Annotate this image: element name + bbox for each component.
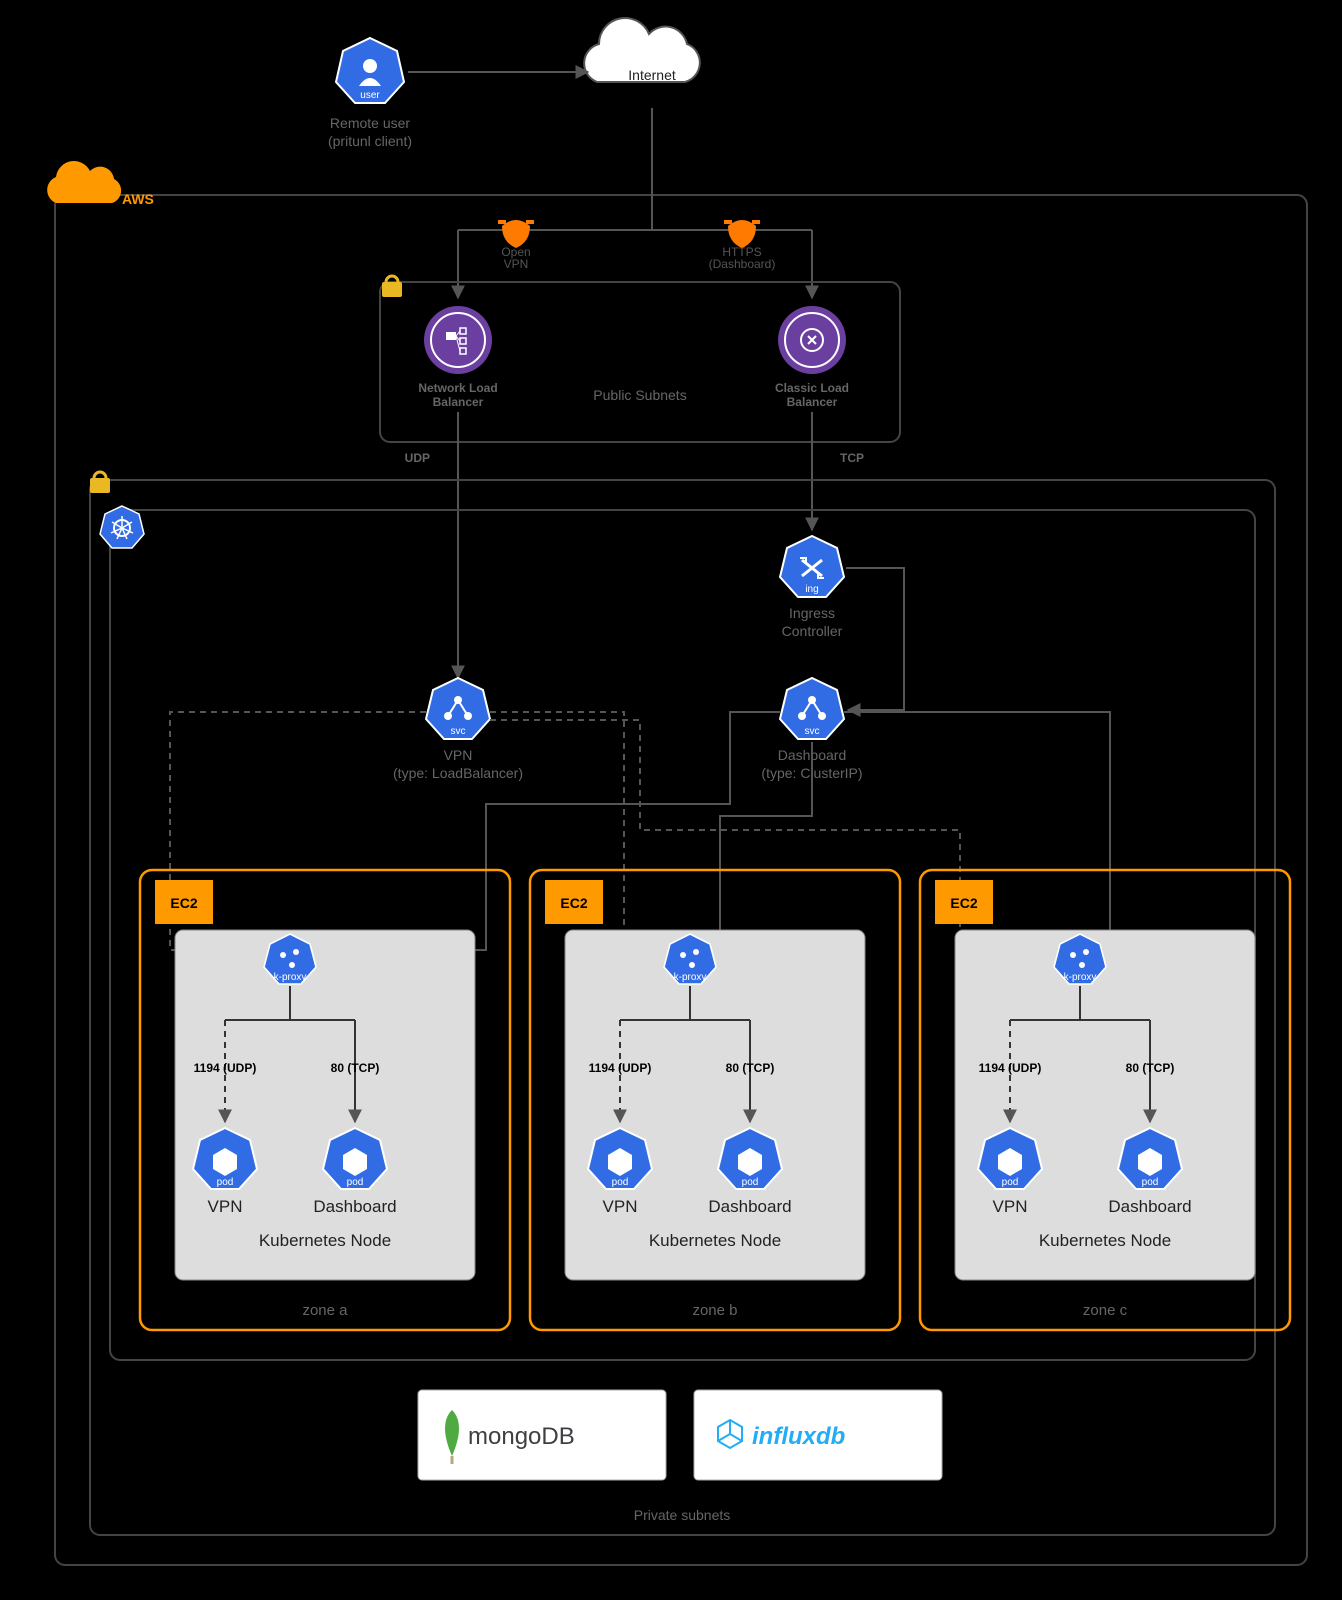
nlb-l1: Network Load	[418, 381, 497, 395]
zone-b-poddash: Dashboard	[708, 1197, 791, 1216]
clb-l1: Classic Load	[775, 381, 849, 395]
zone-c-node: Kubernetes Node	[1039, 1231, 1171, 1250]
zone-a: EC2 zone a k-proxy 1194 (UDP) 80 (TCP) p…	[140, 870, 510, 1330]
zone-a-label: zone a	[302, 1302, 348, 1319]
influxdb-card: influxdb	[694, 1390, 942, 1480]
zone-b-port-vpn: 1194 (UDP)	[589, 1061, 652, 1075]
clb-icon	[778, 306, 846, 374]
ingress-sub: ing	[805, 584, 818, 595]
zone-b-podvpn: VPN	[603, 1197, 638, 1216]
zone-a-poddash: Dashboard	[313, 1197, 396, 1216]
zone-c-podvpn: VPN	[993, 1197, 1028, 1216]
influxdb-label: influxdb	[752, 1423, 845, 1450]
tcp-label: TCP	[840, 451, 864, 465]
svc-vpn-sub: svc	[451, 726, 466, 737]
zone-c-port-dash: 80 (TCP)	[1126, 1061, 1175, 1075]
zone-c-podvpn-sub: pod	[1002, 1177, 1019, 1188]
public-subnets-title: Public Subnets	[593, 387, 686, 403]
remote-user-l1: Remote user	[330, 115, 410, 131]
zone-b-ec2: EC2	[560, 895, 587, 911]
ingress-l2: Controller	[782, 623, 843, 639]
zone-c-poddash-sub: pod	[1142, 1177, 1159, 1188]
ingress-l1: Ingress	[789, 605, 835, 621]
private-subnets-label: Private subnets	[634, 1507, 731, 1523]
zone-a-poddash-sub: pod	[347, 1177, 364, 1188]
internet-label: Internet	[628, 67, 676, 83]
svc-vpn-l1: VPN	[444, 747, 473, 763]
clb-l2: Balancer	[787, 395, 838, 409]
zone-a-ec2: EC2	[170, 895, 197, 911]
zone-c-ec2: EC2	[950, 895, 977, 911]
zone-b-port-dash: 80 (TCP)	[726, 1061, 775, 1075]
zone-a-kproxy-sub: k-proxy	[274, 972, 307, 983]
zone-b-label: zone b	[692, 1302, 737, 1319]
zone-b-podvpn-sub: pod	[612, 1177, 629, 1188]
aws-label: AWS	[122, 191, 154, 207]
zone-c-label: zone c	[1083, 1302, 1128, 1319]
zone-c-kproxy-sub: k-proxy	[1064, 972, 1097, 983]
zone-a-port-dash: 80 (TCP)	[331, 1061, 380, 1075]
zone-b-node: Kubernetes Node	[649, 1231, 781, 1250]
user-icon-sub: user	[360, 90, 380, 101]
zone-c: EC2 zone c k-proxy 1194 (UDP) 80 (TCP) p…	[920, 870, 1290, 1330]
zone-b-poddash-sub: pod	[742, 1177, 759, 1188]
https-l2: (Dashboard)	[709, 257, 776, 271]
udp-label: UDP	[405, 451, 430, 465]
zone-a-podvpn-sub: pod	[217, 1177, 234, 1188]
nlb-icon	[424, 306, 492, 374]
zone-a-podvpn: VPN	[208, 1197, 243, 1216]
nlb-l2: Balancer	[433, 395, 484, 409]
zone-c-poddash: Dashboard	[1108, 1197, 1191, 1216]
mongodb-label: mongoDB	[468, 1423, 575, 1450]
zone-a-port-vpn: 1194 (UDP)	[194, 1061, 257, 1075]
zone-b: EC2 zone b k-proxy 1194 (UDP) 80 (TCP) p…	[530, 870, 900, 1330]
zone-a-node: Kubernetes Node	[259, 1231, 391, 1250]
mongodb-card: mongoDB	[418, 1390, 666, 1480]
svc-vpn-l2: (type: LoadBalancer)	[393, 765, 523, 781]
svc-dash-sub: svc	[805, 726, 820, 737]
zone-b-kproxy-sub: k-proxy	[674, 972, 707, 983]
remote-user-l2: (pritunl client)	[328, 133, 412, 149]
openvpn-l2: VPN	[504, 257, 529, 271]
zone-c-port-vpn: 1194 (UDP)	[979, 1061, 1042, 1075]
